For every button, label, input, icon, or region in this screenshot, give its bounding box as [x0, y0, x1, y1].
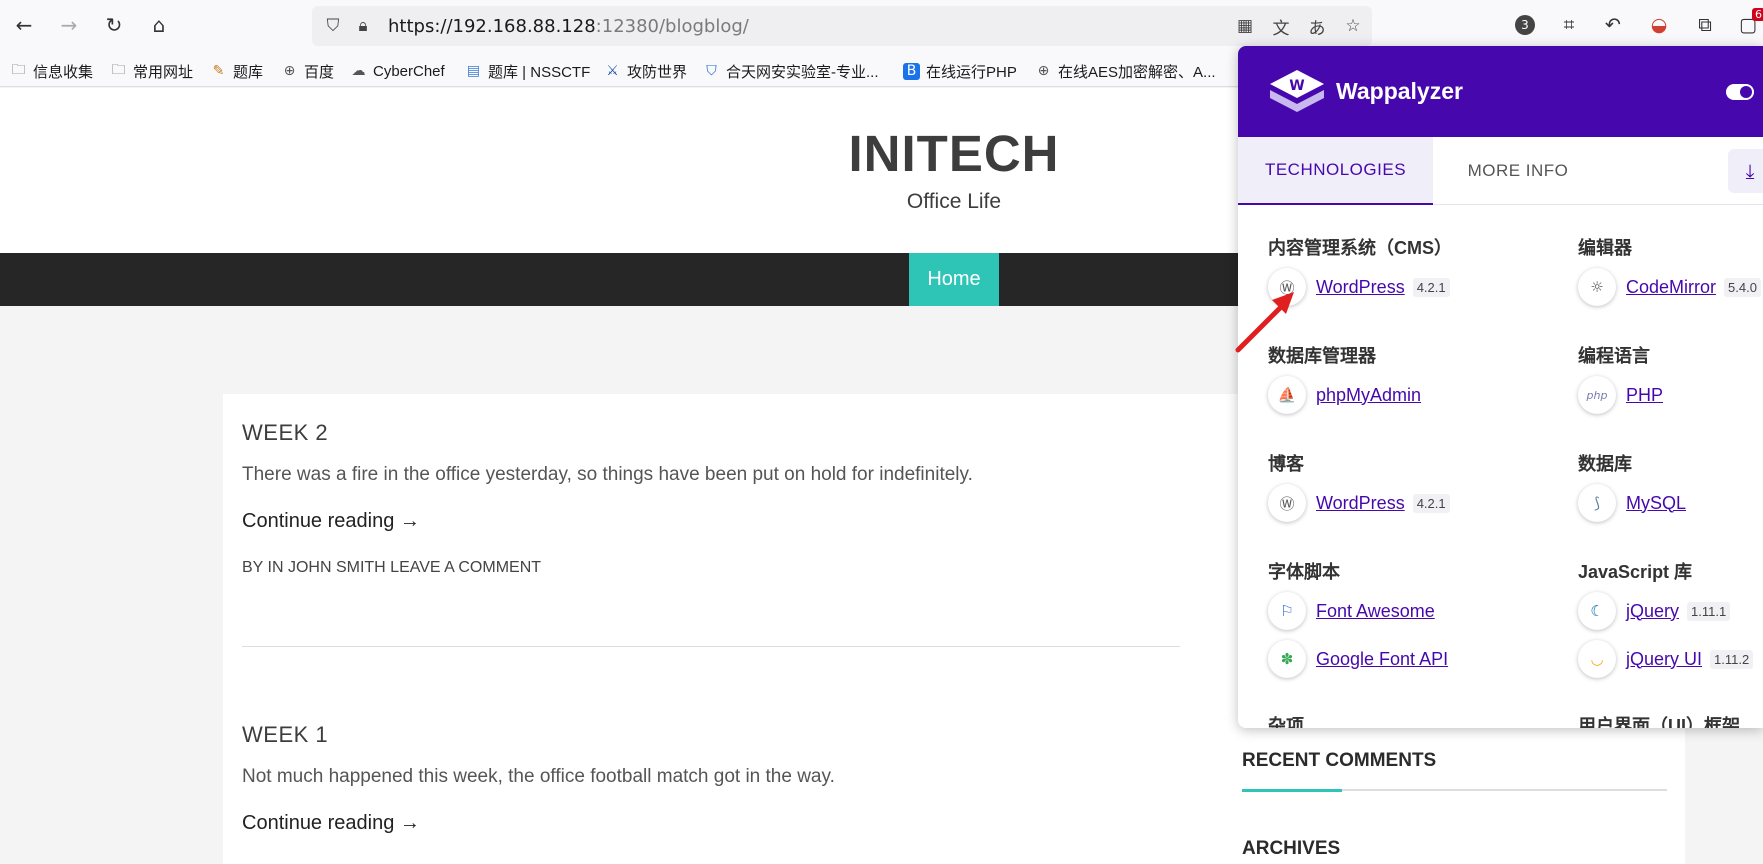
url-text[interactable]: https://192.168.88.128:12380/blogblog/ [388, 16, 749, 37]
folder-icon: 🗀 [11, 62, 26, 78]
folder-icon: 🗀 [111, 62, 126, 78]
download-icon[interactable]: ⤓ [1728, 149, 1763, 193]
bookmark-link[interactable]: ⊕ 在线AES加密解密、A... [1035, 60, 1216, 82]
category-programming-language: 编程语言 [1578, 346, 1650, 366]
mysql-dolphin-icon: ⟆ [1578, 484, 1616, 522]
globe-icon: ⊕ [283, 63, 296, 79]
google-fonts-icon: ✽ [1268, 640, 1306, 678]
undo-icon[interactable]: ↶ [1600, 12, 1626, 38]
phpmyadmin-icon: ⛵ [1268, 376, 1306, 414]
post-list: WEEK 2 There was a fire in the office ye… [223, 394, 1223, 864]
reload-icon[interactable]: ↻ [100, 11, 128, 39]
tech-codemirror[interactable]: ☼ CodeMirror 5.4.0 [1578, 268, 1761, 306]
wappalyzer-logo-icon: W [1270, 70, 1324, 112]
category-ui-frameworks: 用户界面（UI）框架 [1578, 716, 1740, 728]
category-editor: 编辑器 [1578, 238, 1632, 258]
php-icon: php [1578, 376, 1616, 414]
extension-bowl-icon[interactable]: ◒ [1646, 12, 1672, 38]
post-title[interactable]: WEEK 1 [242, 722, 328, 748]
wordpress-icon: Ⓦ [1268, 484, 1306, 522]
bookmark-link[interactable]: ⚔ 攻防世界 [604, 60, 687, 82]
bookmark-link[interactable]: ⊕ 百度 [281, 60, 334, 82]
bookmark-folder[interactable]: 🗀 常用网址 [110, 60, 194, 82]
site-icon: ▤ [466, 63, 481, 79]
tech-mysql[interactable]: ⟆ MySQL [1578, 484, 1686, 522]
tech-phpmyadmin[interactable]: ⛵ phpMyAdmin [1268, 376, 1421, 414]
annotation-arrow-icon [1235, 292, 1294, 353]
category-javascript-libraries: JavaScript 库 [1578, 562, 1693, 582]
continue-reading-link[interactable]: Continue reading → [242, 510, 420, 533]
bookmark-link[interactable]: ⛉ 合天网安实验室-专业... [703, 60, 878, 82]
site-icon: ✎ [212, 63, 225, 79]
bookmark-star-icon[interactable]: ☆ [1342, 15, 1364, 37]
post-meta: BY IN JOHN SMITH LEAVE A COMMENT [242, 559, 542, 576]
category-cms: 内容管理系统（CMS） [1268, 238, 1452, 258]
wappalyzer-popup: W Wappalyzer TECHNOLOGIES MORE INFO ⤓ 内容… [1238, 46, 1763, 728]
tab-more-info[interactable]: MORE INFO [1433, 137, 1603, 205]
qr-code-icon[interactable]: ▦ [1234, 15, 1256, 37]
jquery-ui-icon: ◡ [1578, 640, 1616, 678]
site-icon: B [903, 62, 920, 80]
category-database: 数据库 [1578, 454, 1632, 474]
bookmark-link[interactable]: ▤ 题库 | NSSCTF [465, 60, 590, 82]
chef-icon: ☁ [351, 63, 366, 79]
continue-reading-link[interactable]: Continue reading → [242, 812, 420, 835]
bookmark-link[interactable]: B 在线运行PHP [903, 60, 1017, 82]
extensions-puzzle-icon[interactable]: ⧉ [1692, 12, 1718, 38]
wappalyzer-title: Wappalyzer [1336, 78, 1463, 104]
shield-icon: ⛉ [706, 63, 717, 79]
globe-icon: ⊕ [1037, 63, 1050, 79]
home-icon[interactable]: ⌂ [145, 11, 173, 39]
site-icon: ⚔ [606, 63, 619, 79]
tech-font-awesome[interactable]: ⚐ Font Awesome [1268, 592, 1435, 630]
codemirror-icon: ☼ [1578, 268, 1616, 306]
nav-home-link[interactable]: Home [909, 253, 999, 306]
jquery-icon: ☾ [1578, 592, 1616, 630]
wappalyzer-toggle[interactable] [1726, 84, 1754, 100]
category-misc: 杂项 [1268, 716, 1304, 728]
tech-wordpress-blog[interactable]: Ⓦ WordPress 4.2.1 [1268, 484, 1450, 522]
widget-underline [1242, 789, 1667, 792]
address-bar[interactable]: ⛉ 🔒︎ https://192.168.88.128:12380/blogbl… [312, 6, 1372, 46]
post-excerpt: Not much happened this week, the office … [242, 766, 835, 787]
extension-badge-icon[interactable]: 3 [1512, 12, 1538, 38]
bookmark-link[interactable]: ☁ CyberChef [350, 60, 445, 82]
shield-icon[interactable]: ⛉ [322, 15, 344, 37]
post-divider [242, 646, 1180, 647]
lock-icon[interactable]: 🔒︎ [352, 15, 374, 37]
tech-php[interactable]: php PHP [1578, 376, 1663, 414]
forward-arrow-icon[interactable]: → [55, 11, 83, 39]
bookmark-folder[interactable]: 🗀 信息收集 [10, 60, 94, 82]
bookmark-link[interactable]: ✎ 题库 [210, 60, 263, 82]
translate-page-icon[interactable]: あ [1306, 15, 1328, 39]
post-excerpt: There was a fire in the office yesterday… [242, 464, 973, 485]
category-blog: 博客 [1268, 454, 1304, 474]
tab-technologies[interactable]: TECHNOLOGIES [1238, 137, 1433, 205]
post-title[interactable]: WEEK 2 [242, 420, 328, 446]
flag-icon: ⚐ [1268, 592, 1306, 630]
wappalyzer-header: W Wappalyzer [1238, 46, 1763, 137]
widget-title-recent-comments: RECENT COMMENTS [1242, 750, 1437, 771]
tech-jquery-ui[interactable]: ◡ jQuery UI 1.11.2 [1578, 640, 1754, 678]
translate-icon[interactable]: 文 [1270, 15, 1292, 39]
crop-icon[interactable]: ⌗ [1556, 12, 1582, 38]
back-arrow-icon[interactable]: ← [10, 11, 38, 39]
tech-google-font-api[interactable]: ✽ Google Font API [1268, 640, 1448, 678]
widget-title-archives: ARCHIVES [1242, 838, 1341, 859]
tech-jquery[interactable]: ☾ jQuery 1.11.1 [1578, 592, 1731, 630]
wappalyzer-tabs: TECHNOLOGIES MORE INFO ⤓ [1238, 137, 1763, 205]
svg-text:W: W [1289, 78, 1304, 94]
notification-icon[interactable]: 6 ▢ [1735, 8, 1763, 38]
category-font-scripts: 字体脚本 [1268, 562, 1340, 582]
